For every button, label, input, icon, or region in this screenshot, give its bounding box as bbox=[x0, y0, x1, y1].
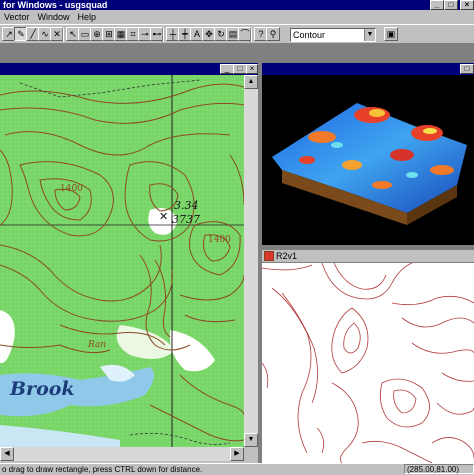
settings-tool[interactable]: ▣ bbox=[384, 27, 398, 41]
terrain-3d-view[interactable] bbox=[262, 75, 474, 245]
close-button[interactable]: × bbox=[460, 0, 474, 10]
menu-window[interactable]: Window bbox=[34, 10, 74, 24]
brook-label: Brook bbox=[9, 378, 75, 400]
map-close-button[interactable]: × bbox=[246, 64, 258, 74]
elevation-label: 1400 bbox=[60, 184, 83, 194]
view3d-title-bar: □ bbox=[262, 63, 474, 75]
app-title-bar: for Windows - usgsquad _ □ × bbox=[0, 0, 474, 10]
scroll-right-icon[interactable]: ▶ bbox=[230, 447, 244, 461]
app-title: for Windows - usgsquad bbox=[3, 0, 108, 10]
maximize-button[interactable]: □ bbox=[444, 0, 458, 10]
dropdown-arrow-icon[interactable]: ▼ bbox=[364, 29, 375, 41]
scroll-down-icon[interactable]: ▼ bbox=[244, 433, 258, 447]
toolbar: ↗ ✎ ╱ ∿ ✕ ↖ ▭ ⊕ ⊞ ▦ ⌗ ⊸ ⊷ ┼ ┿ A ✥ ↻ ▤ ⌒? ⚲ Contour ▼ ▣ bbox=[0, 24, 474, 44]
menu-vector[interactable]: Vector bbox=[0, 10, 34, 24]
map-maximize-button[interactable]: □ bbox=[233, 64, 247, 74]
map-horizontal-scrollbar[interactable]: ◀ ▶ bbox=[0, 447, 244, 461]
mode-select[interactable]: Contour ▼ bbox=[290, 28, 376, 42]
minimize-button[interactable]: _ bbox=[430, 0, 444, 10]
menu-bar: Vector Window Help bbox=[0, 10, 474, 24]
view3d-maximize-button[interactable]: □ bbox=[460, 64, 474, 74]
vector-contour-canvas[interactable] bbox=[262, 263, 474, 463]
map-vertical-scrollbar[interactable]: ▲ ▼ bbox=[244, 75, 258, 447]
pin-tool[interactable]: ⚲ bbox=[266, 27, 280, 41]
scroll-up-icon[interactable]: ▲ bbox=[244, 75, 258, 89]
terrain-label: Ran bbox=[87, 340, 106, 350]
window-icon bbox=[264, 251, 274, 261]
r2v-window-title-bar: R2v1 bbox=[262, 250, 474, 263]
toolbar-separator bbox=[250, 28, 252, 42]
mode-select-value: Contour bbox=[293, 30, 326, 40]
map-minimize-button[interactable]: _ bbox=[220, 64, 234, 74]
elevation-label: 1400 bbox=[208, 235, 231, 245]
spot-marker-icon: ✕ bbox=[159, 211, 168, 223]
toolbar-separator bbox=[62, 28, 64, 42]
cursor-coordinates: (285.00,81.00) bbox=[404, 464, 474, 474]
topo-map-canvas[interactable]: 1400 1400 3.34 3737 ✕ Brook Ran bbox=[0, 75, 244, 447]
spot-elevation-label: 3737 bbox=[172, 213, 200, 226]
spot-elevation-label: 3.34 bbox=[174, 199, 199, 212]
menu-help[interactable]: Help bbox=[74, 10, 101, 24]
status-bar: o drag to draw rectangle, press CTRL dow… bbox=[0, 463, 474, 475]
status-message: o drag to draw rectangle, press CTRL dow… bbox=[2, 465, 203, 474]
map-window-title-bar: _ □ × bbox=[0, 63, 258, 75]
r2v-window-title: R2v1 bbox=[276, 251, 298, 261]
scroll-left-icon[interactable]: ◀ bbox=[0, 447, 14, 461]
toolbar-separator bbox=[162, 28, 164, 42]
